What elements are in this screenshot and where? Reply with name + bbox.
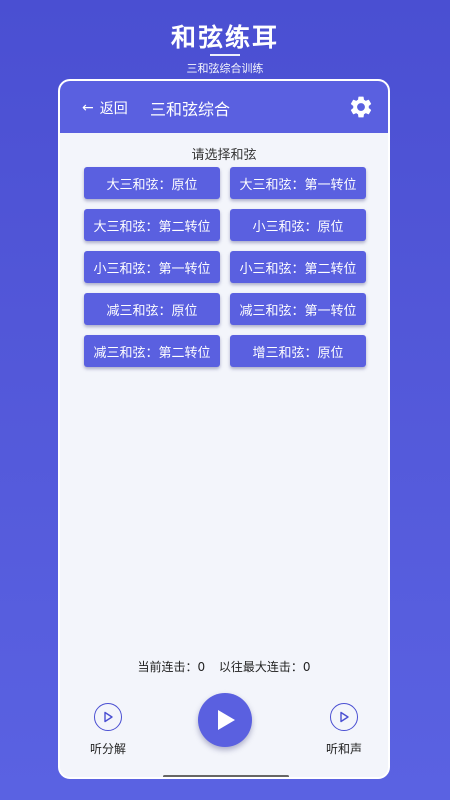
promo-divider <box>210 54 240 56</box>
best-streak: 以往最大连击：0 <box>218 660 311 674</box>
chord-button-diminished-first-inversion[interactable]: 减三和弦：第一转位 <box>230 293 366 325</box>
listen-split-button[interactable]: 听分解 <box>78 703 138 757</box>
promo-title: 和弦练耳 <box>170 23 279 52</box>
listen-harmony-button[interactable]: 听和声 <box>314 703 374 757</box>
back-label: 返回 <box>99 101 128 117</box>
back-button[interactable]: ← 返回 <box>82 97 128 119</box>
play-button[interactable] <box>198 693 252 747</box>
phone-screen: ← 返回 三和弦综合 请选择和弦 大三和弦：原位 大三和弦：第一转位 大三和弦：… <box>58 79 390 779</box>
streak-stats: 当前连击：0 以往最大连击：0 <box>60 658 388 675</box>
chord-options: 大三和弦：原位 大三和弦：第一转位 大三和弦：第二转位 小三和弦：原位 小三和弦… <box>84 167 366 367</box>
section-title: 请选择和弦 <box>191 148 257 163</box>
chord-button-diminished-root[interactable]: 减三和弦：原位 <box>84 293 220 325</box>
listen-split-label: 听分解 <box>89 742 126 756</box>
listen-harmony-label: 听和声 <box>325 742 362 756</box>
current-streak: 当前连击：0 <box>137 660 206 674</box>
promo-header: 和弦练耳 三和弦综合训练 <box>0 0 450 80</box>
home-indicator[interactable] <box>163 775 289 777</box>
chord-button-augmented-root[interactable]: 增三和弦：原位 <box>230 335 366 367</box>
chord-button-diminished-second-inversion[interactable]: 减三和弦：第二转位 <box>84 335 220 367</box>
chord-button-major-first-inversion[interactable]: 大三和弦：第一转位 <box>230 167 366 199</box>
play-small-icon <box>330 703 358 731</box>
play-icon <box>218 710 235 730</box>
chord-button-major-second-inversion[interactable]: 大三和弦：第二转位 <box>84 209 220 241</box>
play-small-icon <box>94 703 122 731</box>
promo-subtitle: 三和弦综合训练 <box>186 62 264 75</box>
chord-button-minor-first-inversion[interactable]: 小三和弦：第一转位 <box>84 251 220 283</box>
chord-button-minor-root[interactable]: 小三和弦：原位 <box>230 209 366 241</box>
arrow-left-icon: ← <box>82 100 94 116</box>
page-title: 三和弦综合 <box>150 100 231 119</box>
chord-button-major-root[interactable]: 大三和弦：原位 <box>84 167 220 199</box>
gear-icon[interactable] <box>348 94 374 120</box>
app-bar: ← 返回 三和弦综合 <box>60 81 388 133</box>
chord-button-minor-second-inversion[interactable]: 小三和弦：第二转位 <box>230 251 366 283</box>
